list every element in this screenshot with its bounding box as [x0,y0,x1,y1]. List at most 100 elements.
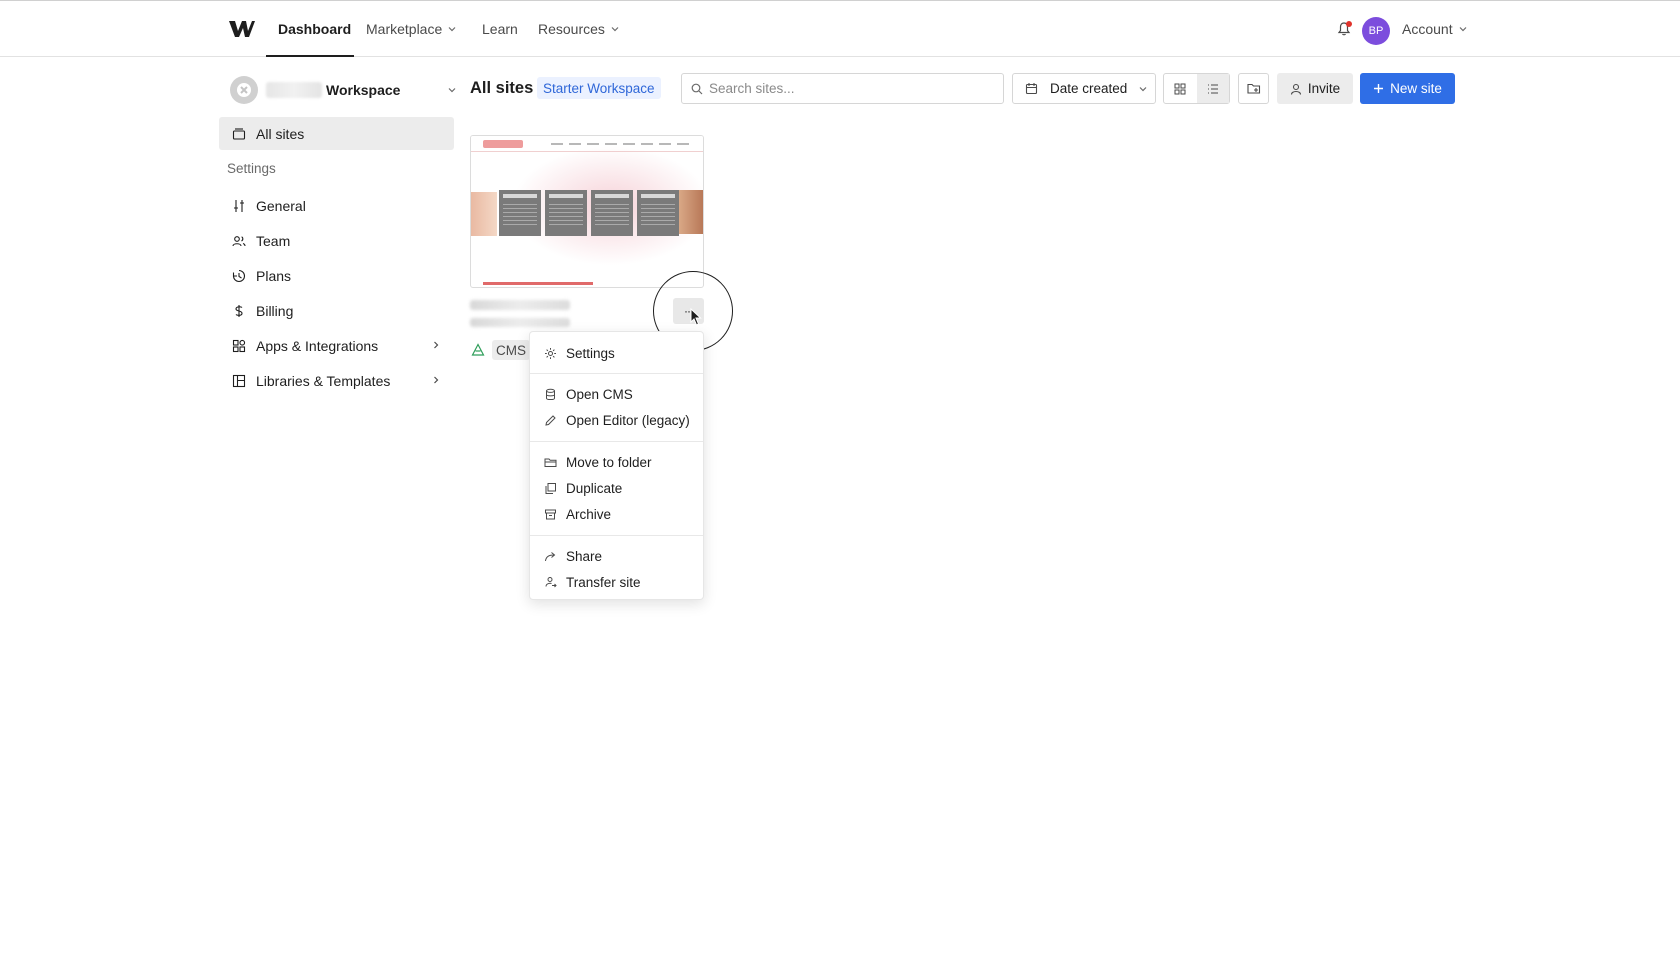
site-more-options-button[interactable]: ··· [673,298,704,324]
top-navigation-bar: Dashboard Marketplace Learn Resources BP… [0,0,1680,57]
user-icon [1290,83,1301,95]
sort-label: Date created [1050,81,1128,96]
sidebar-item-libraries-templates[interactable]: Libraries & Templates [219,364,454,397]
sidebar-item-team[interactable]: Team [219,224,454,257]
nav-marketplace-label: Marketplace [366,21,443,37]
list-icon [1207,83,1218,94]
menu-item-open-editor[interactable]: Open Editor (legacy) [530,408,703,432]
invite-button[interactable]: Invite [1277,73,1353,104]
menu-item-label: Share [566,548,603,564]
chevron-right-icon [434,376,439,384]
webflow-logo-icon[interactable] [229,19,255,39]
sidebar-item-billing[interactable]: Billing [219,294,454,327]
menu-item-archive[interactable]: Archive [530,502,703,526]
chevron-down-icon [1139,87,1147,92]
site-context-menu: Settings Open CMS Open Editor (legacy) M… [529,331,704,600]
sidebar-item-apps-integrations[interactable]: Apps & Integrations [219,329,454,362]
menu-item-label: Settings [566,345,615,361]
thumbnail-service-box [637,190,679,236]
nav-dashboard[interactable]: Dashboard [278,21,351,37]
sidebar-item-label: Libraries & Templates [256,372,391,389]
plus-icon [1374,84,1384,93]
cms-tag[interactable]: CMS [492,340,530,360]
sidebar-item-label: Billing [256,302,294,319]
menu-item-label: Open Editor (legacy) [566,412,690,428]
chevron-down-icon [448,88,456,93]
menu-item-transfer-site[interactable]: Transfer site [530,570,703,594]
new-site-button[interactable]: New site [1360,73,1455,104]
search-input[interactable] [709,81,979,96]
sidebar-item-general[interactable]: General [219,189,454,222]
avatar-initials: BP [1368,25,1384,37]
sidebar-item-label: Team [256,232,291,249]
menu-divider [530,535,703,536]
site-url-redacted [470,318,570,327]
avatar[interactable]: BP [1362,17,1390,45]
settings-heading: Settings [227,161,276,176]
nav-active-indicator [266,55,354,57]
thumbnail-service-box [545,190,587,236]
thumbnail-logo [483,140,523,148]
menu-item-settings[interactable]: Settings [530,341,703,365]
calendar-icon [1025,83,1038,95]
nav-marketplace[interactable]: Marketplace [366,21,456,37]
workspace-switcher[interactable]: Workspace [230,75,456,105]
nav-resources-label: Resources [538,21,605,37]
thumbnail-service-box [591,190,633,236]
users-icon [232,235,246,246]
sidebar-item-label: All sites [256,125,305,142]
sliders-icon [234,199,244,212]
dollar-icon [235,304,243,317]
sites-icon [232,127,246,140]
thumbnail-menu [551,143,691,145]
nav-resources[interactable]: Resources [538,21,619,37]
sidebar-item-plans[interactable]: Plans [219,259,454,292]
chevron-down-icon [611,27,619,32]
plan-badge-label: Starter Workspace [543,80,655,96]
new-folder-button[interactable] [1238,73,1269,104]
sidebar-item-all-sites[interactable]: All sites [219,117,454,150]
notification-dot [1346,21,1352,27]
menu-item-label: Duplicate [566,480,623,496]
new-site-label: New site [1390,81,1442,96]
workspace-name: Workspace [326,82,401,98]
workspace-logo [230,76,258,104]
sort-dropdown[interactable]: Date created [1012,73,1156,104]
menu-item-label: Open CMS [566,386,633,402]
transfer-icon [545,576,557,587]
workspace-name-redacted [266,82,322,98]
view-toggle [1163,73,1230,104]
chevron-right-icon [434,341,439,349]
menu-item-open-cms[interactable]: Open CMS [530,382,703,406]
search-icon [691,83,703,94]
more-options-icon: ··· [684,304,694,318]
share-icon [545,551,556,561]
menu-item-label: Archive [566,506,612,522]
pencil-icon [545,414,556,426]
folder-icon [544,458,557,467]
grid-view-button[interactable] [1164,74,1197,103]
menu-item-move-to-folder[interactable]: Move to folder [530,450,703,474]
sidebar-item-label: General [256,197,306,214]
cms-tag-label: CMS [496,342,526,358]
menu-item-label: Move to folder [566,454,652,470]
sidebar-item-label: Plans [256,267,292,284]
plans-icon [232,269,246,282]
nav-dashboard-label: Dashboard [278,21,352,37]
list-view-button[interactable] [1196,74,1229,103]
menu-divider [530,441,703,442]
gear-icon [545,347,556,359]
search-box [681,73,1004,104]
menu-item-duplicate[interactable]: Duplicate [530,476,703,500]
nav-learn-label: Learn [482,21,518,37]
plan-badge[interactable]: Starter Workspace [537,77,661,99]
account-menu[interactable]: Account [1402,21,1467,37]
chevron-down-icon [448,27,456,32]
nav-learn[interactable]: Learn [482,21,518,37]
site-thumbnail[interactable] [470,135,704,288]
thumbnail-image-right [679,190,703,234]
menu-item-share[interactable]: Share [530,544,703,568]
duplicate-icon [545,482,556,494]
sidebar-item-label: Apps & Integrations [256,337,379,354]
page-title: All sites [470,79,534,97]
